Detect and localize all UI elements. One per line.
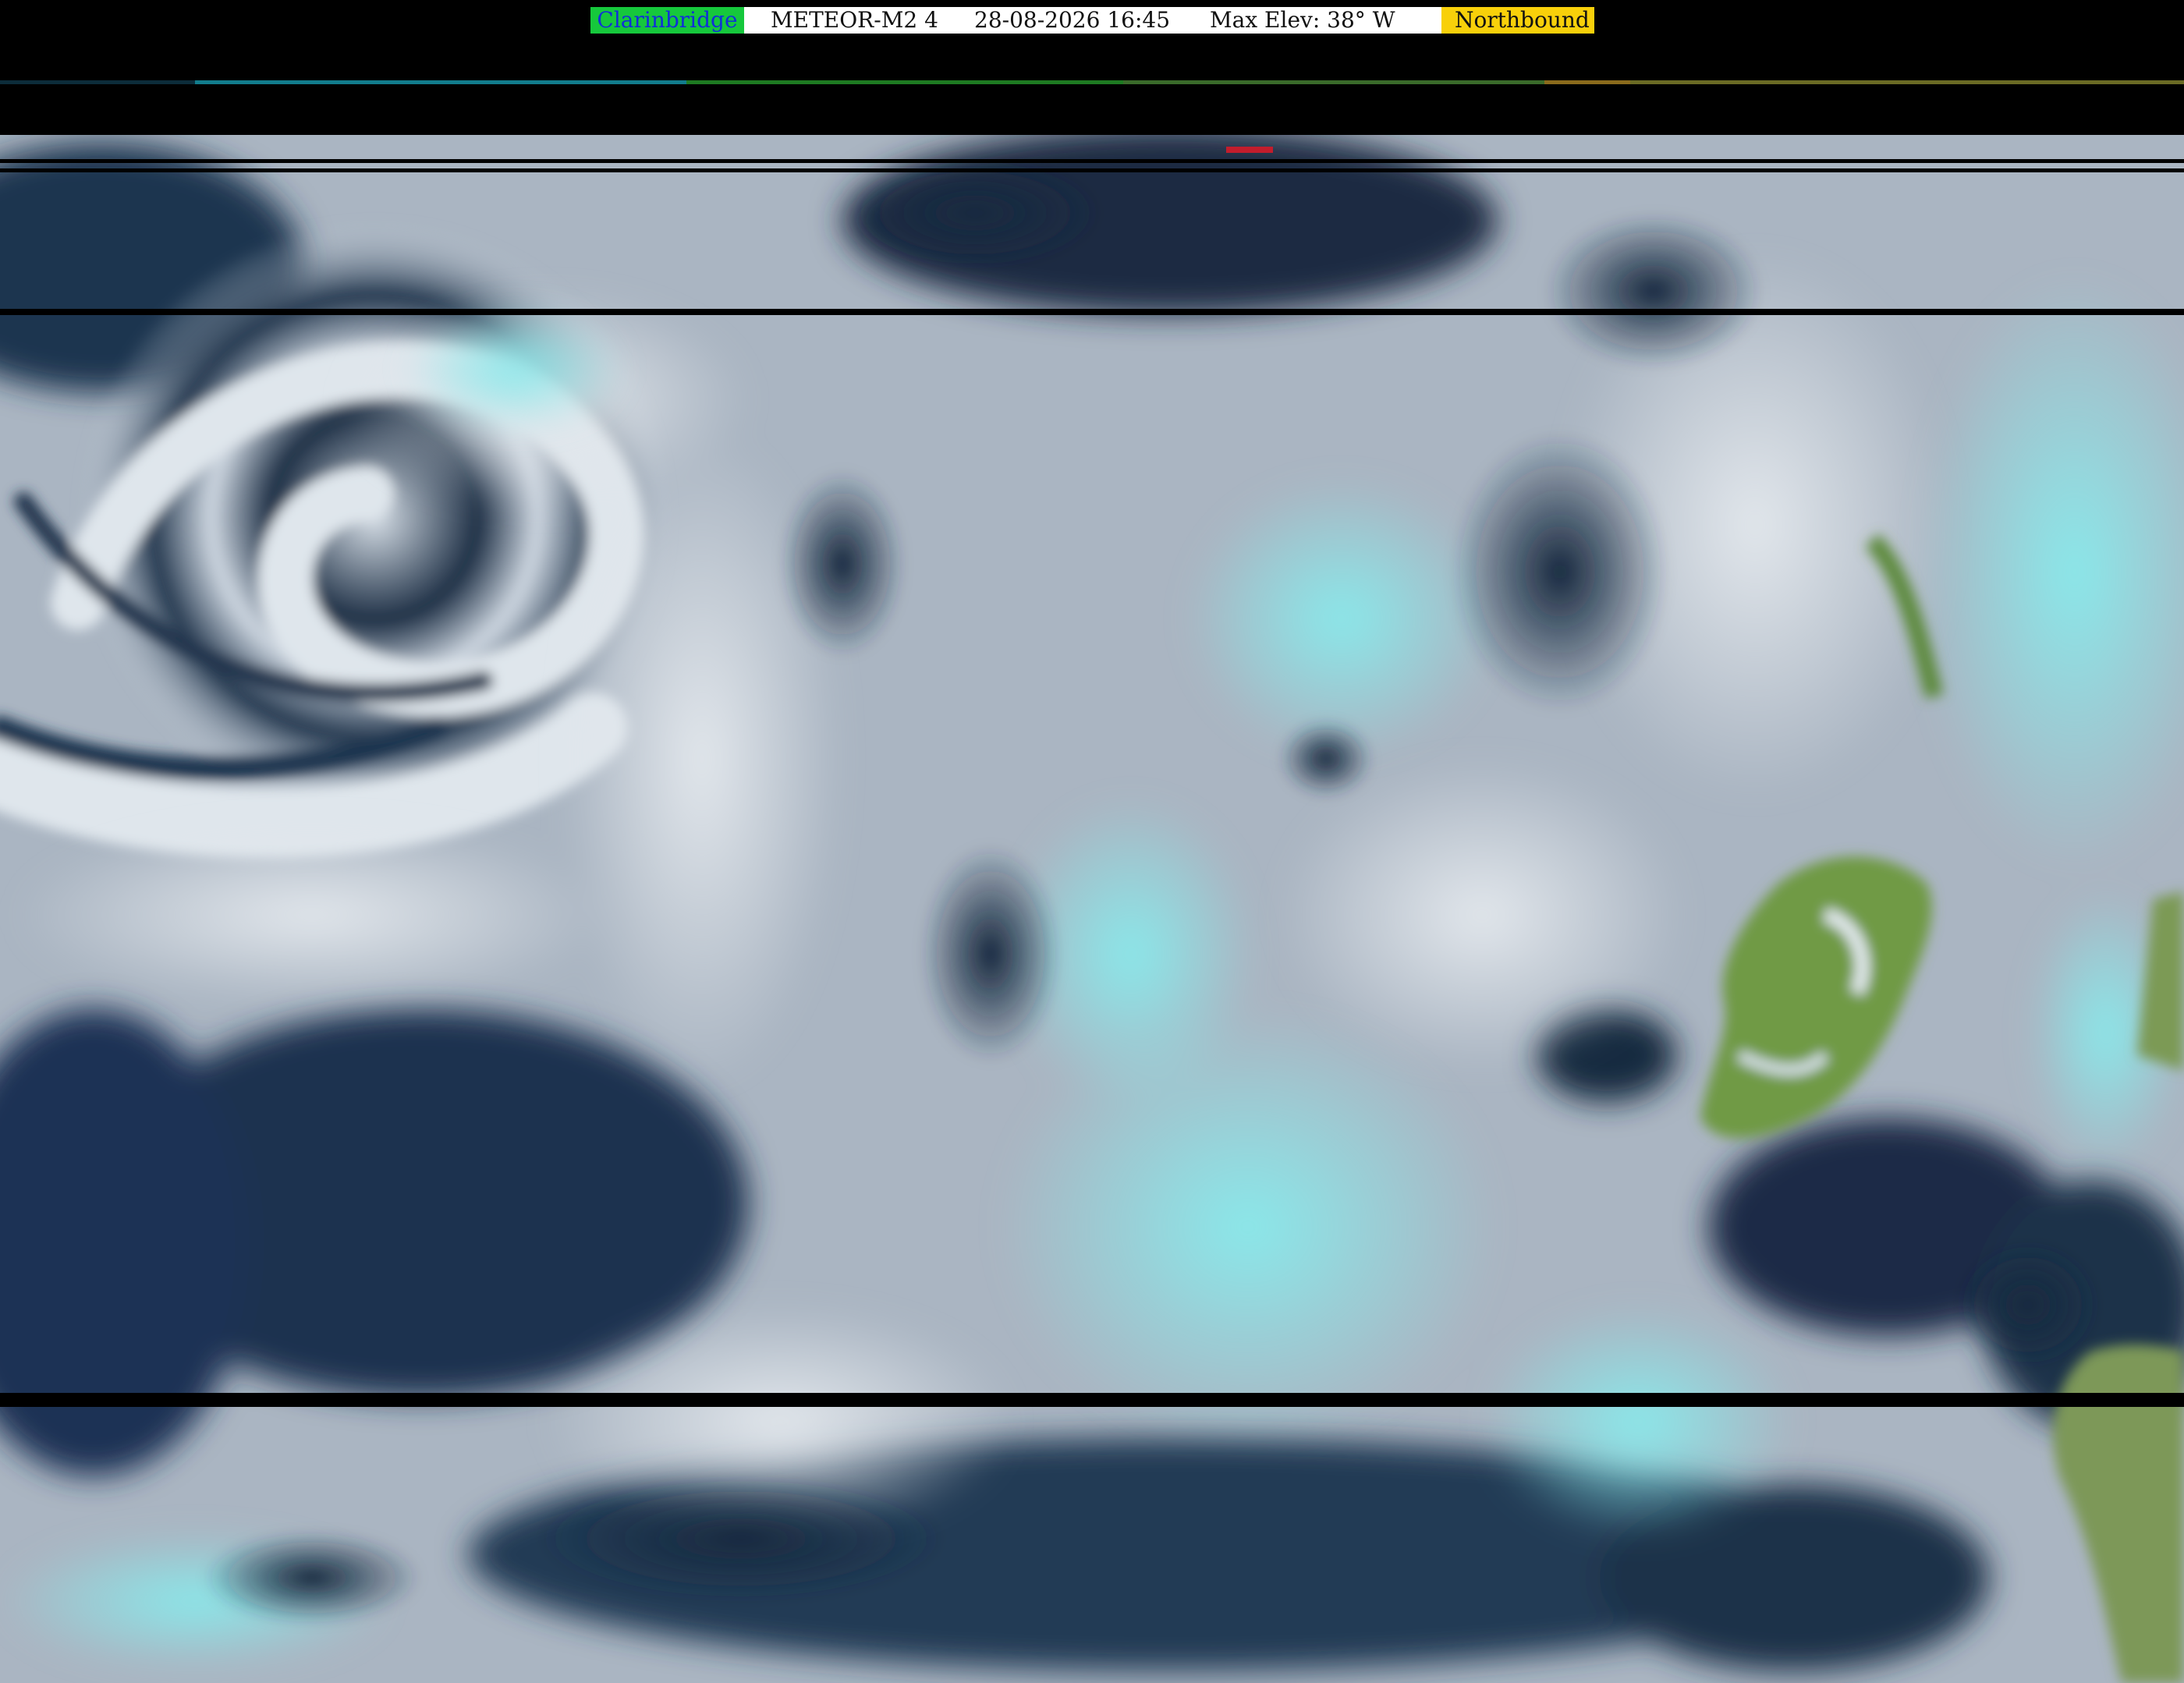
scanline-dropout: [0, 1393, 2184, 1407]
max-elevation-label: Max Elev: 38° W: [1210, 7, 1441, 34]
station-label: Clarinbridge: [590, 7, 744, 34]
pass-info-banner: Clarinbridge METEOR-M2 4 28-08-2026 16:4…: [590, 7, 1594, 34]
scanline-dropout: [0, 168, 2184, 172]
scanline-dropout: [0, 309, 2184, 315]
satellite-image-page: Clarinbridge METEOR-M2 4 28-08-2026 16:4…: [0, 0, 2184, 1683]
signal-noise-strip: [0, 78, 2184, 87]
pass-datetime: 28-08-2026 16:45: [974, 7, 1210, 34]
pass-direction-label: Northbound: [1441, 7, 1594, 34]
satellite-label: METEOR-M2 4: [744, 7, 974, 34]
satellite-image: [0, 135, 2184, 1683]
scanline-dropout: [0, 159, 2184, 163]
signal-glitch-mark: [1226, 147, 1273, 153]
